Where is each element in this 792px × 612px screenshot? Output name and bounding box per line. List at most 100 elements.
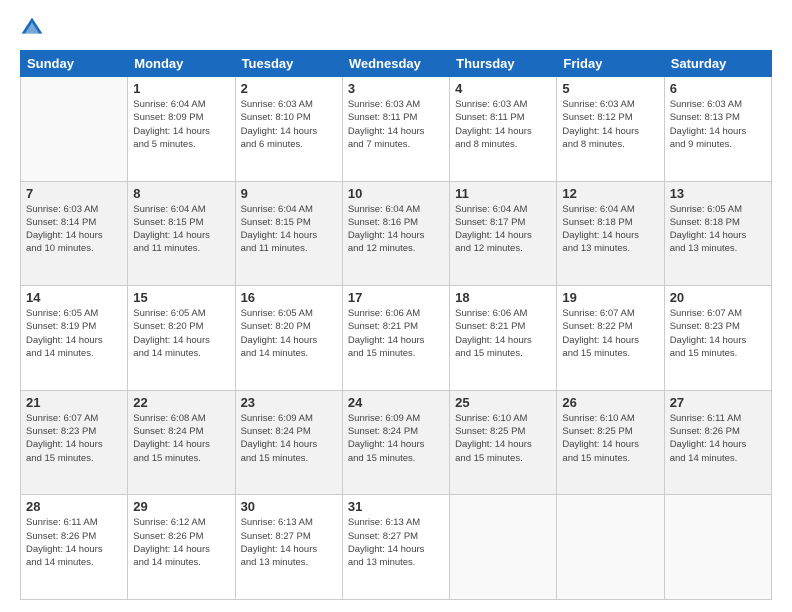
calendar-cell: 30Sunrise: 6:13 AM Sunset: 8:27 PM Dayli… — [235, 495, 342, 600]
calendar-header-saturday: Saturday — [664, 51, 771, 77]
day-info: Sunrise: 6:04 AM Sunset: 8:18 PM Dayligh… — [562, 203, 658, 256]
day-info: Sunrise: 6:03 AM Sunset: 8:11 PM Dayligh… — [455, 98, 551, 151]
calendar-cell: 17Sunrise: 6:06 AM Sunset: 8:21 PM Dayli… — [342, 286, 449, 391]
day-info: Sunrise: 6:06 AM Sunset: 8:21 PM Dayligh… — [455, 307, 551, 360]
day-number: 19 — [562, 290, 658, 305]
calendar-header-row: SundayMondayTuesdayWednesdayThursdayFrid… — [21, 51, 772, 77]
calendar-header-tuesday: Tuesday — [235, 51, 342, 77]
calendar-cell: 12Sunrise: 6:04 AM Sunset: 8:18 PM Dayli… — [557, 181, 664, 286]
day-number: 6 — [670, 81, 766, 96]
calendar-cell: 2 Sunrise: 6:03 AM Sunset: 8:10 PM Daylig… — [235, 77, 342, 182]
day-number: 3 — [348, 81, 444, 96]
day-number: 9 — [241, 186, 337, 201]
calendar-cell: 6 Sunrise: 6:03 AM Sunset: 8:13 PM Daylig… — [664, 77, 771, 182]
calendar-row-3: 21 Sunrise: 6:07 AM Sunset: 8:23 PM Dayli… — [21, 390, 772, 495]
day-number: 1 — [133, 81, 229, 96]
calendar-cell: 18 Sunrise: 6:06 AM Sunset: 8:21 PM Dayli… — [450, 286, 557, 391]
day-number: 14 — [26, 290, 122, 305]
day-number: 25 — [455, 395, 551, 410]
calendar-table: SundayMondayTuesdayWednesdayThursdayFrid… — [20, 50, 772, 600]
day-number: 28 — [26, 499, 122, 514]
day-number: 29 — [133, 499, 229, 514]
calendar-cell: 21 Sunrise: 6:07 AM Sunset: 8:23 PM Dayli… — [21, 390, 128, 495]
day-info: Sunrise: 6:12 AM Sunset: 8:26 PM Dayligh… — [133, 516, 229, 569]
day-number: 31 — [348, 499, 444, 514]
calendar-cell: 9Sunrise: 6:04 AM Sunset: 8:15 PM Daylig… — [235, 181, 342, 286]
day-number: 8 — [133, 186, 229, 201]
header — [20, 16, 772, 40]
day-number: 26 — [562, 395, 658, 410]
calendar-cell: 5Sunrise: 6:03 AM Sunset: 8:12 PM Daylig… — [557, 77, 664, 182]
day-number: 15 — [133, 290, 229, 305]
day-info: Sunrise: 6:05 AM Sunset: 8:20 PM Dayligh… — [133, 307, 229, 360]
day-number: 27 — [670, 395, 766, 410]
day-number: 11 — [455, 186, 551, 201]
calendar-cell: 27 Sunrise: 6:11 AM Sunset: 8:26 PM Dayli… — [664, 390, 771, 495]
calendar-cell — [557, 495, 664, 600]
calendar-header-monday: Monday — [128, 51, 235, 77]
day-info: Sunrise: 6:07 AM Sunset: 8:23 PM Dayligh… — [26, 412, 122, 465]
calendar-cell: 28 Sunrise: 6:11 AM Sunset: 8:26 PM Dayli… — [21, 495, 128, 600]
day-info: Sunrise: 6:07 AM Sunset: 8:22 PM Dayligh… — [562, 307, 658, 360]
day-info: Sunrise: 6:06 AM Sunset: 8:21 PM Dayligh… — [348, 307, 444, 360]
calendar-cell: 16 Sunrise: 6:05 AM Sunset: 8:20 PM Dayli… — [235, 286, 342, 391]
day-info: Sunrise: 6:05 AM Sunset: 8:20 PM Dayligh… — [241, 307, 337, 360]
calendar-cell: 8Sunrise: 6:04 AM Sunset: 8:15 PM Daylig… — [128, 181, 235, 286]
day-info: Sunrise: 6:09 AM Sunset: 8:24 PM Dayligh… — [241, 412, 337, 465]
day-number: 16 — [241, 290, 337, 305]
calendar-cell: 31Sunrise: 6:13 AM Sunset: 8:27 PM Dayli… — [342, 495, 449, 600]
logo — [20, 16, 48, 40]
day-number: 18 — [455, 290, 551, 305]
calendar-row-1: 7 Sunrise: 6:03 AM Sunset: 8:14 PM Daylig… — [21, 181, 772, 286]
calendar-header-sunday: Sunday — [21, 51, 128, 77]
calendar-row-0: 1Sunrise: 6:04 AM Sunset: 8:09 PM Daylig… — [21, 77, 772, 182]
calendar-cell — [450, 495, 557, 600]
day-info: Sunrise: 6:05 AM Sunset: 8:19 PM Dayligh… — [26, 307, 122, 360]
calendar-cell: 24Sunrise: 6:09 AM Sunset: 8:24 PM Dayli… — [342, 390, 449, 495]
calendar-cell: 14 Sunrise: 6:05 AM Sunset: 8:19 PM Dayli… — [21, 286, 128, 391]
calendar-cell — [664, 495, 771, 600]
calendar-cell: 1Sunrise: 6:04 AM Sunset: 8:09 PM Daylig… — [128, 77, 235, 182]
calendar-cell: 25 Sunrise: 6:10 AM Sunset: 8:25 PM Dayli… — [450, 390, 557, 495]
calendar-cell: 20 Sunrise: 6:07 AM Sunset: 8:23 PM Dayli… — [664, 286, 771, 391]
logo-icon — [20, 16, 44, 40]
day-info: Sunrise: 6:11 AM Sunset: 8:26 PM Dayligh… — [670, 412, 766, 465]
page: SundayMondayTuesdayWednesdayThursdayFrid… — [0, 0, 792, 612]
day-number: 22 — [133, 395, 229, 410]
calendar-cell: 4Sunrise: 6:03 AM Sunset: 8:11 PM Daylig… — [450, 77, 557, 182]
day-info: Sunrise: 6:09 AM Sunset: 8:24 PM Dayligh… — [348, 412, 444, 465]
calendar-header-friday: Friday — [557, 51, 664, 77]
day-info: Sunrise: 6:04 AM Sunset: 8:17 PM Dayligh… — [455, 203, 551, 256]
day-info: Sunrise: 6:04 AM Sunset: 8:16 PM Dayligh… — [348, 203, 444, 256]
calendar-header-wednesday: Wednesday — [342, 51, 449, 77]
day-number: 10 — [348, 186, 444, 201]
calendar-cell: 22 Sunrise: 6:08 AM Sunset: 8:24 PM Dayli… — [128, 390, 235, 495]
day-info: Sunrise: 6:03 AM Sunset: 8:11 PM Dayligh… — [348, 98, 444, 151]
day-info: Sunrise: 6:10 AM Sunset: 8:25 PM Dayligh… — [562, 412, 658, 465]
day-info: Sunrise: 6:08 AM Sunset: 8:24 PM Dayligh… — [133, 412, 229, 465]
day-info: Sunrise: 6:03 AM Sunset: 8:10 PM Dayligh… — [241, 98, 337, 151]
calendar-cell: 29 Sunrise: 6:12 AM Sunset: 8:26 PM Dayli… — [128, 495, 235, 600]
calendar-cell: 19 Sunrise: 6:07 AM Sunset: 8:22 PM Dayli… — [557, 286, 664, 391]
calendar-cell: 11 Sunrise: 6:04 AM Sunset: 8:17 PM Dayli… — [450, 181, 557, 286]
day-number: 21 — [26, 395, 122, 410]
day-info: Sunrise: 6:10 AM Sunset: 8:25 PM Dayligh… — [455, 412, 551, 465]
calendar-row-2: 14 Sunrise: 6:05 AM Sunset: 8:19 PM Dayli… — [21, 286, 772, 391]
calendar-cell: 7 Sunrise: 6:03 AM Sunset: 8:14 PM Daylig… — [21, 181, 128, 286]
day-info: Sunrise: 6:03 AM Sunset: 8:13 PM Dayligh… — [670, 98, 766, 151]
day-number: 13 — [670, 186, 766, 201]
day-info: Sunrise: 6:11 AM Sunset: 8:26 PM Dayligh… — [26, 516, 122, 569]
calendar-cell: 3 Sunrise: 6:03 AM Sunset: 8:11 PM Daylig… — [342, 77, 449, 182]
calendar-cell: 23Sunrise: 6:09 AM Sunset: 8:24 PM Dayli… — [235, 390, 342, 495]
calendar-cell: 13Sunrise: 6:05 AM Sunset: 8:18 PM Dayli… — [664, 181, 771, 286]
day-number: 20 — [670, 290, 766, 305]
calendar-cell: 10 Sunrise: 6:04 AM Sunset: 8:16 PM Dayli… — [342, 181, 449, 286]
day-number: 7 — [26, 186, 122, 201]
calendar-cell: 15 Sunrise: 6:05 AM Sunset: 8:20 PM Dayli… — [128, 286, 235, 391]
day-info: Sunrise: 6:07 AM Sunset: 8:23 PM Dayligh… — [670, 307, 766, 360]
calendar-cell: 26 Sunrise: 6:10 AM Sunset: 8:25 PM Dayli… — [557, 390, 664, 495]
day-number: 30 — [241, 499, 337, 514]
calendar-header-thursday: Thursday — [450, 51, 557, 77]
day-info: Sunrise: 6:03 AM Sunset: 8:14 PM Dayligh… — [26, 203, 122, 256]
day-number: 2 — [241, 81, 337, 96]
